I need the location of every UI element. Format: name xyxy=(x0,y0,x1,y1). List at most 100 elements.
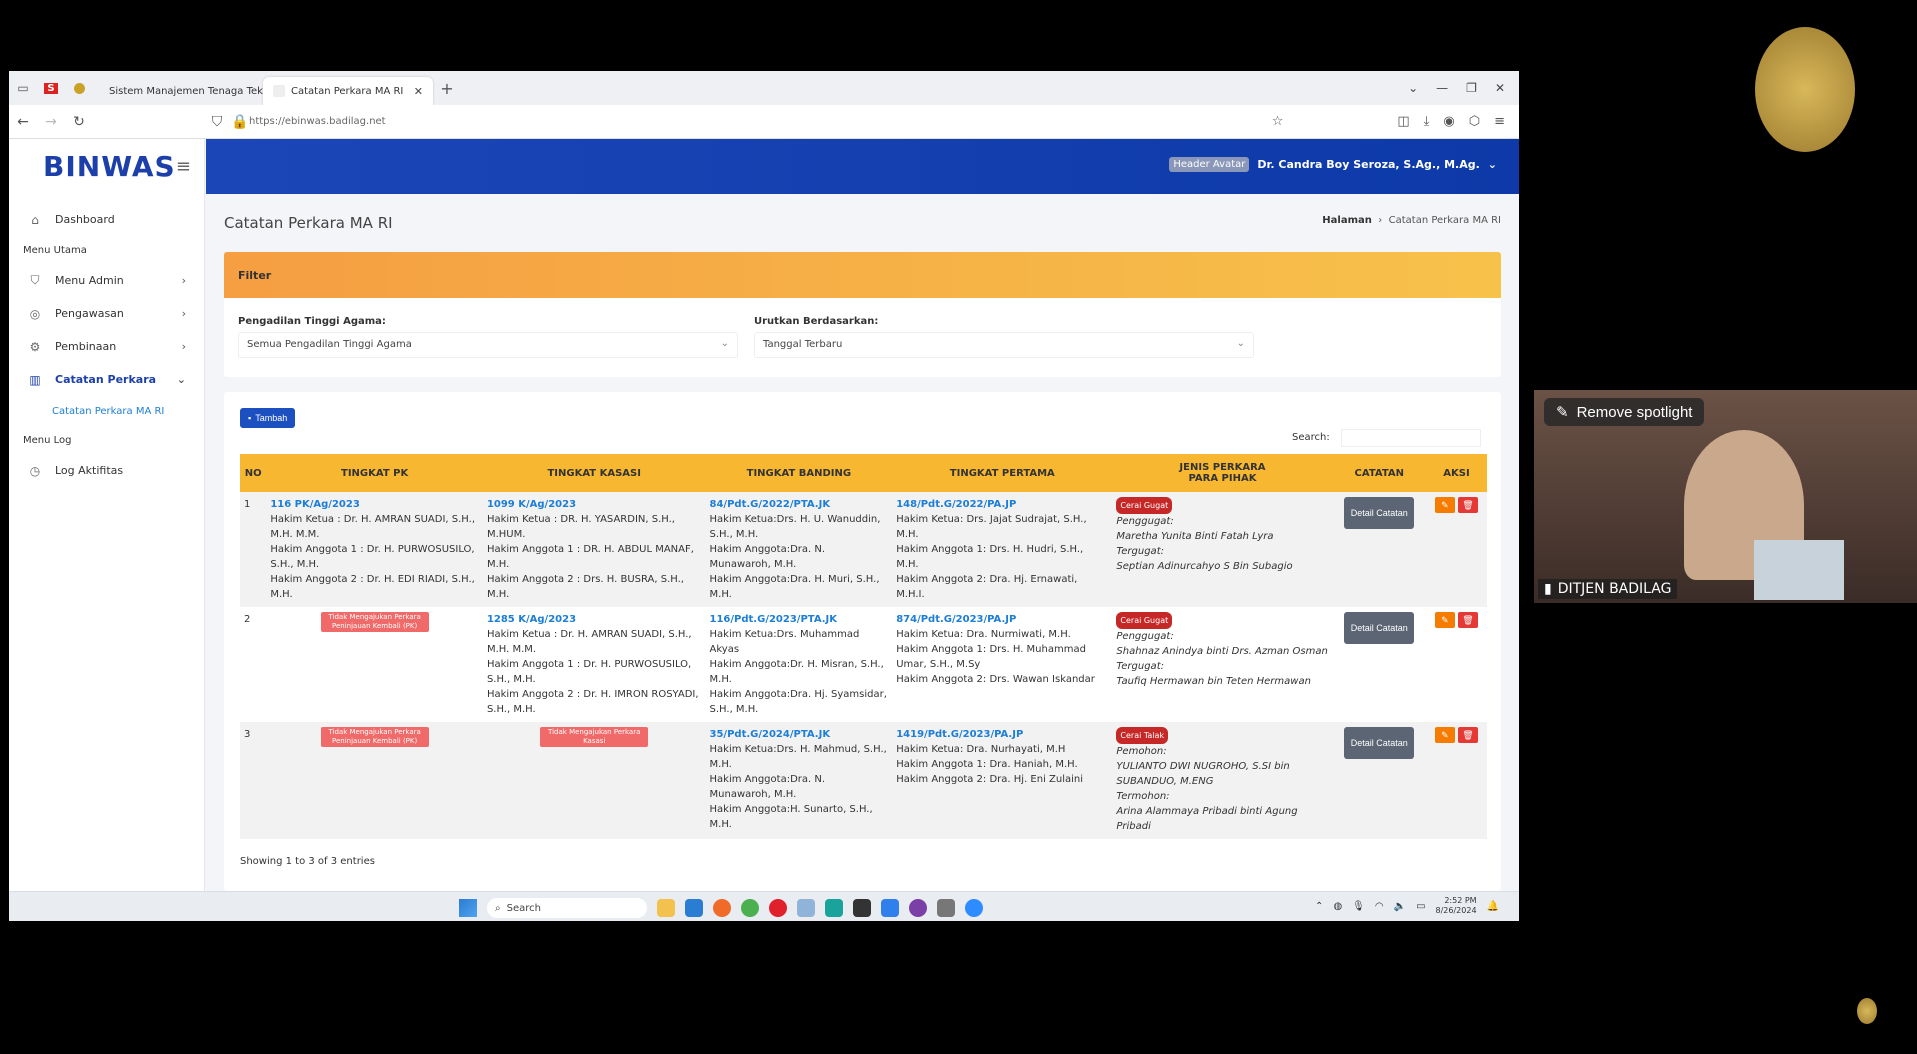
participant-name: ▮ DITJEN BADILAG xyxy=(1538,579,1678,599)
pta-label: Pengadilan Tinggi Agama: xyxy=(238,316,386,327)
detail-catatan-button[interactable]: Detail Catatan xyxy=(1344,497,1415,529)
volume-icon[interactable]: 🔈 xyxy=(1394,901,1406,912)
search-input[interactable] xyxy=(1341,429,1481,447)
pk-case-link[interactable]: 116 PK/Ag/2023 xyxy=(270,497,479,512)
address-field[interactable]: https://ebinwas.badilag.net xyxy=(249,116,386,127)
col-aksi[interactable]: AKSI xyxy=(1425,454,1487,492)
tray-chevron-icon[interactable]: ⌃ xyxy=(1315,901,1323,912)
download-icon[interactable]: ⤓ xyxy=(1424,114,1430,129)
sidebar-item-menu-admin[interactable]: ⛉ Menu Admin › xyxy=(9,264,204,297)
detail-catatan-button[interactable]: Detail Catatan xyxy=(1344,612,1415,644)
pta-select[interactable]: Semua Pengadilan Tinggi Agama ⌄ xyxy=(238,332,738,358)
firefox-icon[interactable] xyxy=(713,899,731,917)
col-banding[interactable]: TINGKAT BANDING xyxy=(705,454,893,492)
col-catatan[interactable]: CATATAN xyxy=(1332,454,1426,492)
windows-start-icon[interactable] xyxy=(459,899,477,917)
chevron-down-icon[interactable]: ⌄ xyxy=(1408,81,1418,95)
sort-select[interactable]: Tanggal Terbaru ⌄ xyxy=(754,332,1254,358)
account-icon[interactable]: ◉ xyxy=(1443,114,1454,129)
pinned-tab-circle[interactable] xyxy=(65,77,93,99)
pertama-case-link[interactable]: 148/Pdt.G/2022/PA.JP xyxy=(896,497,1108,512)
detail-catatan-button[interactable]: Detail Catatan xyxy=(1344,727,1415,759)
terminal-icon[interactable] xyxy=(853,899,871,917)
kasasi-case-link[interactable]: 1099 K/Ag/2023 xyxy=(487,497,702,512)
bookmark-star-icon[interactable]: ☆ xyxy=(1272,114,1284,129)
back-icon[interactable]: ← xyxy=(9,114,37,130)
forward-icon[interactable]: → xyxy=(37,114,65,130)
chevron-right-icon: › xyxy=(181,274,186,287)
banding-case-link[interactable]: 116/Pdt.G/2023/PTA.JK xyxy=(710,612,889,627)
app-arrow-icon[interactable] xyxy=(881,899,899,917)
case-type-badge: Cerai Talak xyxy=(1116,727,1169,744)
kasasi-case-link[interactable]: 1285 K/Ag/2023 xyxy=(487,612,702,627)
party-role: Penggugat: xyxy=(1116,631,1174,642)
chrome-icon[interactable] xyxy=(741,899,759,917)
edit-icon[interactable]: ✎ xyxy=(1434,497,1455,513)
restore-icon[interactable]: ❐ xyxy=(1466,81,1477,95)
sidebar-item-log-aktifitas[interactable]: ◷ Log Aktifitas xyxy=(9,454,204,487)
file-explorer-icon[interactable] xyxy=(657,899,675,917)
binwas-logo[interactable]: BINWAS ≡ xyxy=(9,139,204,193)
vscode-icon[interactable] xyxy=(685,899,703,917)
settings-icon[interactable] xyxy=(937,899,955,917)
sidebar-item-catatan-perkara[interactable]: ▥ Catatan Perkara ⌄ xyxy=(9,363,204,396)
col-kasasi[interactable]: TINGKAT KASASI xyxy=(482,454,706,492)
lock-icon: 🔒 xyxy=(231,113,249,130)
tab-catatan-perkara[interactable]: Catatan Perkara MA RI ✕ xyxy=(263,77,433,105)
sidebar-item-pengawasan[interactable]: ◎ Pengawasan › xyxy=(9,297,204,330)
opera-icon[interactable] xyxy=(769,899,787,917)
minimize-icon[interactable]: — xyxy=(1436,81,1448,95)
mic-icon[interactable]: 🎙 xyxy=(1352,901,1365,912)
trash-icon[interactable]: 🗑 xyxy=(1457,497,1478,513)
banding-case-link[interactable]: 35/Pdt.G/2024/PTA.JK xyxy=(710,727,889,742)
user-menu[interactable]: Header Avatar Dr. Candra Boy Seroza, S.A… xyxy=(1169,157,1497,172)
remove-spotlight-button[interactable]: ✎ Remove spotlight xyxy=(1544,398,1705,426)
search-icon: ⌕ xyxy=(495,902,501,914)
kasasi-judge: Hakim Anggota 1 : Dr. H. PURWOSUSILO, S.… xyxy=(486,659,692,685)
trash-icon[interactable]: 🗑 xyxy=(1457,612,1478,628)
close-icon[interactable]: ✕ xyxy=(408,85,423,98)
hamburger-icon[interactable]: ≡ xyxy=(176,156,192,177)
edit-icon[interactable]: ✎ xyxy=(1434,612,1455,628)
party-name: Septian Adinurcahyo S Bin Subagio xyxy=(1116,561,1293,572)
pocket-icon[interactable]: ◫ xyxy=(1397,114,1409,129)
col-pertama[interactable]: TINGKAT PERTAMA xyxy=(892,454,1113,492)
notepad-icon[interactable] xyxy=(825,899,843,917)
pinned-tab-s[interactable]: S xyxy=(37,77,65,99)
aksi-cell: ✎ 🗑 xyxy=(1425,607,1487,722)
shield-icon[interactable]: ⛉ xyxy=(203,114,231,130)
sidebar-item-label: Log Aktifitas xyxy=(55,464,124,477)
add-button[interactable]: ▪ Tambah xyxy=(240,408,296,428)
kasasi-cell: Tidak Mengajukan Perkara Kasasi xyxy=(482,722,706,839)
banding-case-link[interactable]: 84/Pdt.G/2022/PTA.JK xyxy=(710,497,889,512)
sidebar-item-dashboard[interactable]: ⌂ Dashboard xyxy=(9,203,204,236)
breadcrumb-home[interactable]: Halaman xyxy=(1322,215,1372,226)
battery-icon[interactable]: ▭ xyxy=(1416,901,1425,912)
edit-icon[interactable]: ✎ xyxy=(1434,727,1455,743)
close-window-icon[interactable]: ✕ xyxy=(1495,81,1505,95)
menu-icon[interactable]: ≡ xyxy=(1494,114,1505,129)
network-icon[interactable]: ◍ xyxy=(1333,901,1342,912)
col-no[interactable]: NO xyxy=(240,454,267,492)
col-pk[interactable]: TINGKAT PK xyxy=(266,454,483,492)
taskbar-search[interactable]: ⌕ Search xyxy=(487,898,647,918)
tab-sistem-manajemen[interactable]: Sistem Manajemen Tenaga Tek ✕ xyxy=(93,77,263,105)
extensions-icon[interactable]: ⬡ xyxy=(1469,114,1480,129)
reload-icon[interactable]: ↻ xyxy=(65,114,93,130)
pertama-case-link[interactable]: 1419/Pdt.G/2023/PA.JP xyxy=(896,727,1108,742)
pertama-case-link[interactable]: 874/Pdt.G/2023/PA.JP xyxy=(896,612,1108,627)
notification-bell-icon[interactable]: 🔔 xyxy=(1487,901,1499,912)
wifi-icon[interactable]: ◠ xyxy=(1375,901,1384,912)
new-tab-icon[interactable]: + xyxy=(433,77,461,99)
sidebar-subitem-catatan-ma-ri[interactable]: Catatan Perkara MA RI xyxy=(9,396,204,426)
home-icon: ⌂ xyxy=(31,212,39,227)
tab-list-icon[interactable]: ▭ xyxy=(9,77,37,99)
photos-icon[interactable] xyxy=(797,899,815,917)
sidebar-item-pembinaan[interactable]: ⚙ Pembinaan › xyxy=(9,330,204,363)
github-icon[interactable] xyxy=(909,899,927,917)
gear-icon: ⚙ xyxy=(29,339,41,354)
clock[interactable]: 2:52 PM 8/26/2024 xyxy=(1436,896,1477,916)
trash-icon[interactable]: 🗑 xyxy=(1457,727,1478,743)
zoom-icon[interactable] xyxy=(965,899,983,917)
col-jenis[interactable]: JENIS PERKARA PARA PIHAK xyxy=(1112,454,1333,492)
